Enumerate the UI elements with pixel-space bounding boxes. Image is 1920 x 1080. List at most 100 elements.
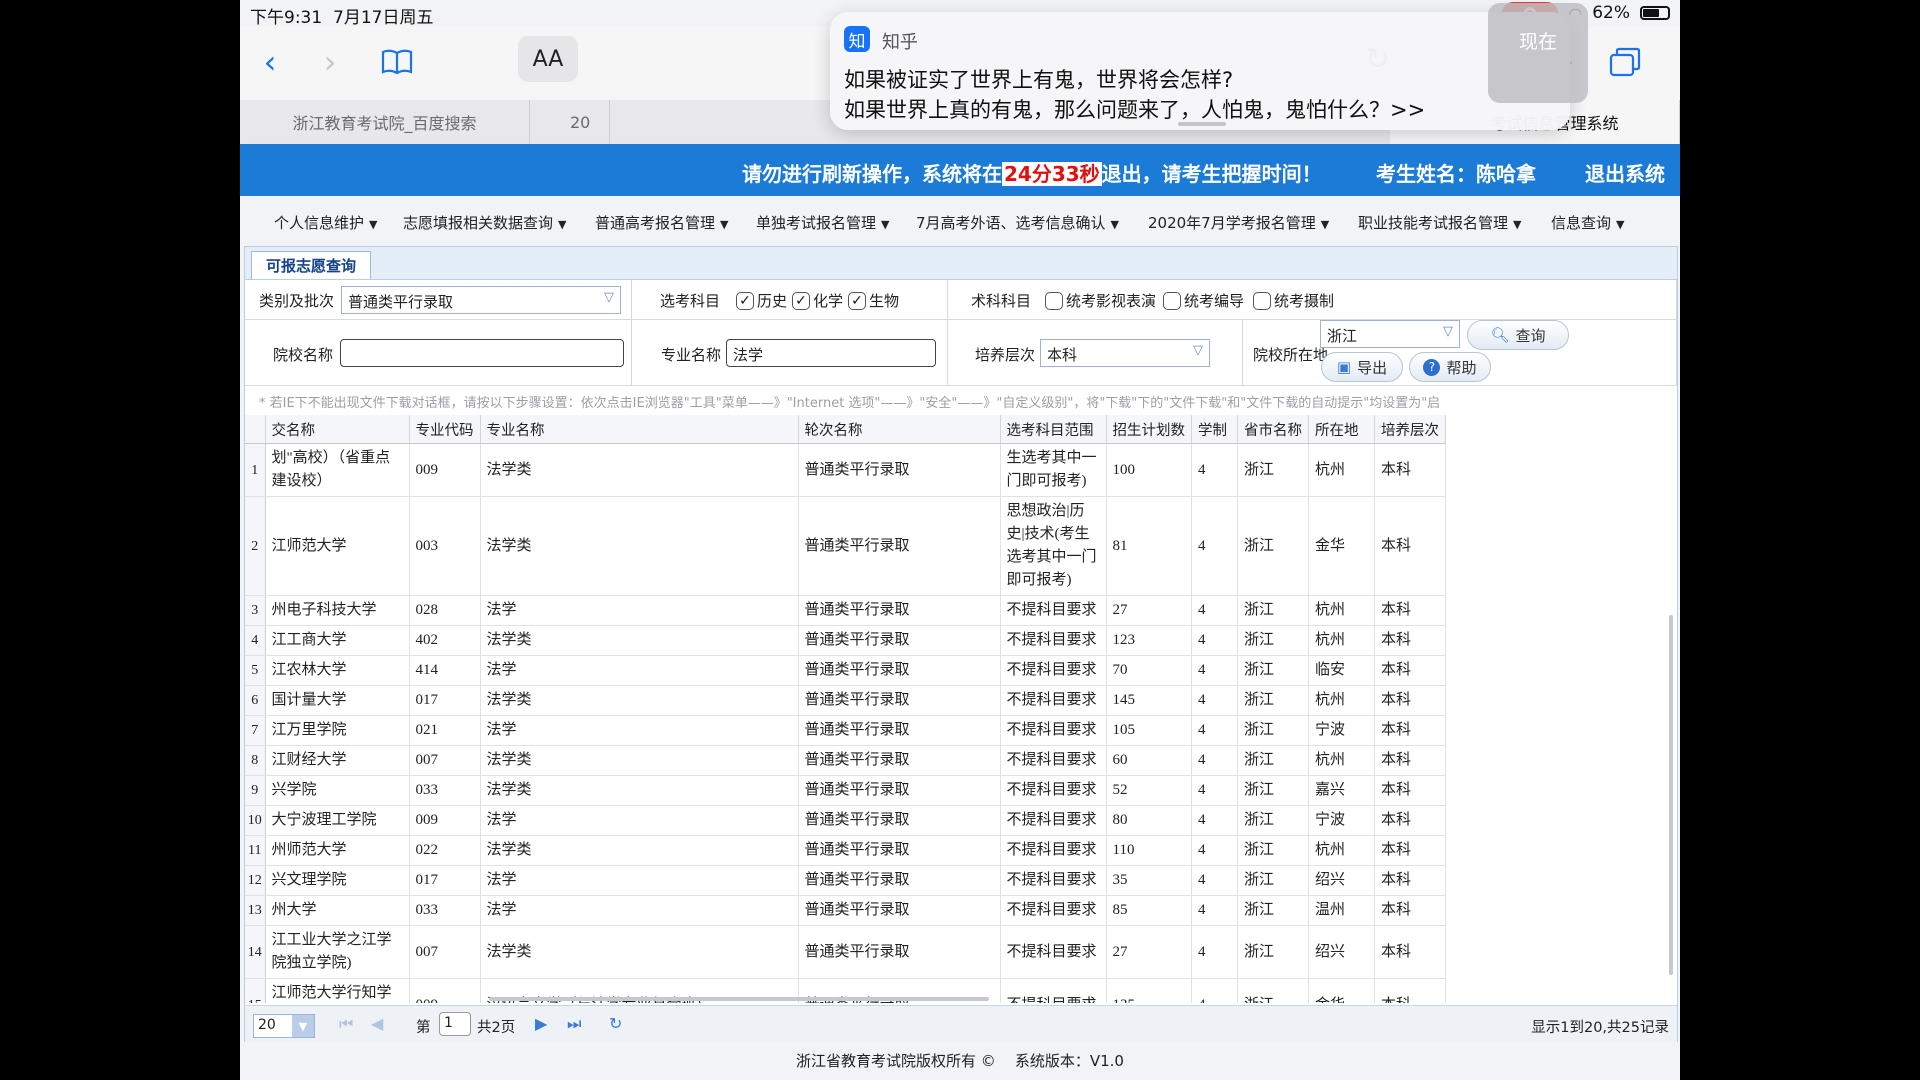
notification-grabber[interactable] (1178, 122, 1226, 126)
column-header-row-number[interactable] (245, 415, 266, 444)
save-icon: ▣ (1336, 358, 1352, 376)
nav-separate-exam[interactable]: 单独考试报名管理 ▼ (756, 212, 889, 233)
checkbox-history[interactable]: ✓ 历史 (736, 290, 787, 311)
export-button[interactable]: ▣ 导出 (1321, 352, 1403, 382)
cell-major-name: 法学类 (480, 835, 799, 866)
level-select[interactable]: 本科 ▽ (1040, 339, 1210, 367)
tab-baidu-search[interactable]: 浙江教育考试院_百度搜索 (240, 100, 530, 144)
cell-major-name: 法学类 (480, 496, 799, 596)
table-row[interactable]: 11 州师范大学 022 法学类 普通类平行录取 不提科目要求 110 4 浙江 杭州 本科 (245, 835, 1446, 866)
prev-page-icon[interactable]: ◀ (371, 1014, 383, 1033)
cell-row-number: 3 (245, 595, 266, 626)
countdown-timer: 24分33秒 (1002, 162, 1102, 186)
table-row[interactable]: 7 江万里学院 021 法学 普通类平行录取 不提科目要求 105 4 浙江 宁波 本科 (245, 715, 1446, 746)
cell-round-name: 普通类平行录取 (798, 745, 1001, 776)
table-row[interactable]: 2 江师范大学 003 法学类 普通类平行录取 思想政治|历史|技术(考生选考其中一门即可… (245, 496, 1446, 596)
cell-plan-count: 105 (1106, 715, 1192, 746)
help-button[interactable]: ? 帮助 (1409, 352, 1491, 382)
nav-vocational-exam[interactable]: 职业技能考试报名管理 ▼ (1358, 212, 1521, 233)
first-page-icon[interactable]: ⏮ (339, 1014, 353, 1034)
column-header-province[interactable]: 省市名称 (1237, 415, 1309, 444)
table-row[interactable]: 10 大宁波理工学院 009 法学 普通类平行录取 不提科目要求 80 4 浙江 宁波 本科 (245, 805, 1446, 836)
cell-major-code: 007 (409, 925, 481, 979)
cell-plan-count: 85 (1106, 895, 1192, 926)
bookmarks-icon[interactable] (375, 40, 419, 84)
table-row[interactable]: 3 州电子科技大学 028 法学 普通类平行录取 不提科目要求 27 4 浙江 杭州 本科 (245, 595, 1446, 626)
table-row[interactable]: 1 划"高校）（省重点建设校） 009 法学类 普通类平行录取 生选考其中一门即可报考) 1… (245, 443, 1446, 497)
location-select[interactable]: 浙江 ▽ (1320, 320, 1460, 348)
logout-link[interactable]: 退出系统 (1585, 158, 1665, 187)
tab-volunteer-query[interactable]: 可报志愿查询 (251, 251, 371, 279)
nav-july-foreign-language[interactable]: 7月高考外语、选考信息确认 ▼ (916, 212, 1119, 233)
table-row[interactable]: 12 兴文理学院 017 法学 普通类平行录取 不提科目要求 35 4 浙江 绍兴 本科 (245, 865, 1446, 896)
cell-row-number: 13 (245, 895, 266, 926)
table-row[interactable]: 13 州大学 033 法学 普通类平行录取 不提科目要求 85 4 浙江 温州 本科 (245, 895, 1446, 926)
column-header-round-name[interactable]: 轮次名称 (798, 415, 1001, 444)
column-header-duration[interactable]: 学制 (1191, 415, 1238, 444)
table-row[interactable]: 8 江财经大学 007 法学类 普通类平行录取 不提科目要求 60 4 浙江 杭州 本科 (245, 745, 1446, 776)
table-row[interactable]: 4 江工商大学 402 法学类 普通类平行录取 不提科目要求 123 4 浙江 杭州 本科 (245, 625, 1446, 656)
cell-duration: 4 (1191, 865, 1238, 896)
nav-info-query[interactable]: 信息查询 ▼ (1551, 212, 1624, 233)
cell-major-name: 法学类 (480, 745, 799, 776)
reader-aa-button[interactable]: AA (518, 36, 578, 82)
query-button[interactable]: 🔍︎ 查询 (1467, 320, 1569, 350)
page-number-input[interactable]: 1 (439, 1012, 471, 1036)
tabs-overview-icon[interactable] (1603, 40, 1647, 84)
column-header-plan-count[interactable]: 招生计划数 (1106, 415, 1192, 444)
cell-city: 宁波 (1308, 715, 1375, 746)
next-page-icon[interactable]: ▶ (535, 1014, 547, 1033)
cell-round-name: 普通类平行录取 (798, 865, 1001, 896)
vertical-scrollbar[interactable] (1669, 615, 1673, 975)
column-header-major-name[interactable]: 专业名称 (480, 415, 799, 444)
checkbox-biology[interactable]: ✓ 生物 (848, 290, 899, 311)
column-header-school-name[interactable]: 交名称 (265, 415, 410, 444)
column-header-subject-range[interactable]: 选考科目范围 (1000, 415, 1107, 444)
notification-body: 如果世界上真的有鬼，那么问题来了，人怕鬼，鬼怕什么？>> (844, 98, 1426, 122)
cell-province: 浙江 (1237, 685, 1309, 716)
cell-school-name: 州大学 (265, 895, 410, 926)
checkbox-film-acting[interactable]: 统考影视表演 (1045, 290, 1156, 311)
checkbox-chemistry[interactable]: ✓ 化学 (792, 290, 843, 311)
major-name-input[interactable]: 法学 (726, 339, 936, 367)
checkbox-filming[interactable]: 统考摄制 (1253, 290, 1334, 311)
nav-volunteer-data[interactable]: 志愿填报相关数据查询 ▼ (403, 212, 566, 233)
nav-personal-info[interactable]: 个人信息维护 ▼ (274, 212, 377, 233)
refresh-icon[interactable]: ↻ (609, 1014, 622, 1033)
school-name-input[interactable] (340, 339, 624, 367)
last-page-icon[interactable]: ⏭ (567, 1014, 581, 1034)
checkbox-directing[interactable]: 统考编导 (1163, 290, 1244, 311)
tab-second[interactable]: 20 (530, 100, 610, 144)
caret-down-icon: ▼ (558, 218, 567, 231)
nav-gaokao-registration[interactable]: 普通高考报名管理 ▼ (595, 212, 728, 233)
table-row[interactable]: 6 国计量大学 017 法学类 普通类平行录取 不提科目要求 145 4 浙江 杭州 本科 (245, 685, 1446, 716)
zhihu-notification[interactable]: 知 知乎 如果被证实了世界上有鬼，世界将会怎样? 如果世界上真的有鬼，那么问题来… (830, 12, 1570, 130)
cell-school-name: 州师范大学 (265, 835, 410, 866)
caret-down-icon: ▼ (1320, 218, 1330, 231)
cell-duration: 4 (1191, 978, 1238, 1003)
cell-city: 杭州 (1308, 625, 1375, 656)
cell-city: 温州 (1308, 895, 1375, 926)
page-size-select[interactable]: 20 ▼ (253, 1014, 315, 1038)
forward-icon[interactable]: › (308, 40, 352, 84)
major-label: 专业名称 (661, 346, 722, 364)
cell-province: 浙江 (1237, 895, 1309, 926)
cell-level: 本科 (1374, 685, 1446, 716)
table-row[interactable]: 9 兴学院 033 法学类 普通类平行录取 不提科目要求 52 4 浙江 嘉兴 本科 (245, 775, 1446, 806)
caret-down-icon: ▼ (1616, 218, 1625, 231)
horizontal-scrollbar[interactable] (489, 997, 989, 1001)
cell-subject-range: 不提科目要求 (1000, 775, 1107, 806)
column-header-level[interactable]: 培养层次 (1374, 415, 1446, 444)
page-total: 共2页 (477, 1020, 516, 1036)
column-header-major-code[interactable]: 专业代码 (409, 415, 481, 444)
category-select[interactable]: 普通类平行录取 ▽ (341, 286, 621, 314)
nav-2020-academic-exam[interactable]: 2020年7月学考报名管理 ▼ (1148, 212, 1329, 233)
back-icon[interactable]: ‹ (248, 40, 292, 84)
cell-round-name: 普通类平行录取 (798, 625, 1001, 656)
cell-row-number: 4 (245, 625, 266, 656)
column-header-city[interactable]: 所在地 (1308, 415, 1375, 444)
cell-province: 浙江 (1237, 595, 1309, 626)
table-row[interactable]: 5 江农林大学 414 法学 普通类平行录取 不提科目要求 70 4 浙江 临安 本科 (245, 655, 1446, 686)
cell-duration: 4 (1191, 925, 1238, 979)
table-row[interactable]: 14 江工业大学之江学院独立学院) 007 法学类 普通类平行录取 不提科目要求 27 4 浙江… (245, 925, 1446, 979)
